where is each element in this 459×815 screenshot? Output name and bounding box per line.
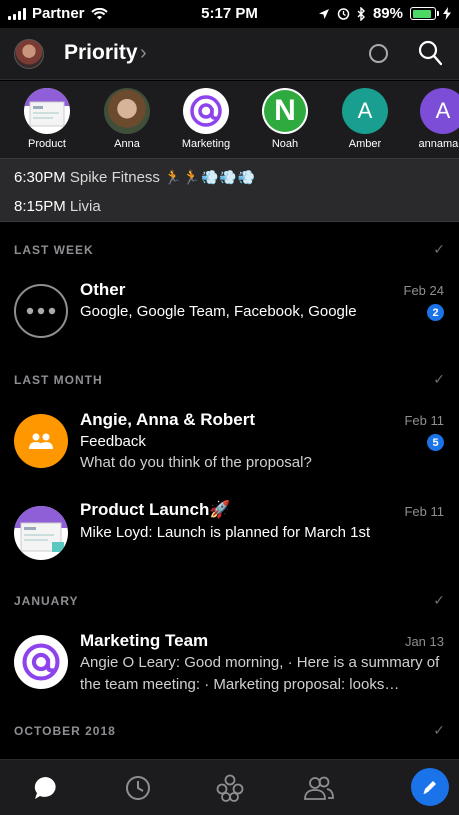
conversation-name: Other <box>80 280 126 299</box>
event-time: 8:15PM <box>14 198 66 215</box>
chevron-right-icon[interactable]: › <box>140 42 147 65</box>
chat-icon[interactable] <box>30 772 62 804</box>
location-icon <box>318 8 329 19</box>
status-bar: Partner 5:17 PM 89% <box>0 0 459 28</box>
event-time: 6:30PM <box>14 169 66 186</box>
conversation-row-marketing[interactable]: Marketing Team Jan 13 Angie O Leary: Goo… <box>0 623 459 703</box>
noah-letter: N <box>264 90 306 132</box>
event-item[interactable]: 8:15PM Livia <box>14 198 101 215</box>
groups-icon[interactable] <box>214 772 246 804</box>
conversation-row-product-launch[interactable]: Product Launch🚀 Feb 11 Mike Loyd: Launch… <box>0 496 459 572</box>
contact-product[interactable]: Product <box>12 88 82 150</box>
check-icon[interactable]: ✓ <box>433 592 445 609</box>
bluetooth-icon <box>357 6 365 21</box>
section-header: JANUARY <box>14 594 79 608</box>
conversation-date: Feb 24 <box>403 283 444 298</box>
page-title[interactable]: Priority <box>64 41 138 65</box>
annamars-avatar: A <box>420 88 459 134</box>
conversation-date: Feb 11 <box>404 413 444 428</box>
contact-annamars[interactable]: A annamars <box>408 88 459 150</box>
contact-amber[interactable]: A Amber <box>330 88 400 150</box>
group-icon <box>14 414 68 468</box>
check-icon[interactable]: ✓ <box>433 371 445 388</box>
alarm-icon <box>337 8 350 20</box>
event-name: Spike Fitness <box>69 169 160 186</box>
contact-label: Amber <box>348 138 382 150</box>
conversation-preview: What do you think of the proposal? <box>80 454 312 471</box>
charging-icon <box>443 7 451 20</box>
conversation-row-other[interactable]: Other Feb 24 Google, Google Team, Facebo… <box>0 272 459 352</box>
check-icon[interactable]: ✓ <box>433 722 445 739</box>
spike-logo-icon <box>14 635 68 689</box>
battery-percent: 89% <box>372 5 403 22</box>
tab-bar <box>0 759 459 815</box>
product-launch-avatar <box>14 506 68 560</box>
conversation-name: Product Launch🚀 <box>80 500 231 519</box>
anna-avatar <box>104 88 150 134</box>
conversation-row-angie[interactable]: Angie, Anna & Robert Feb 11 Feedback 5 W… <box>0 402 459 488</box>
section-header: LAST WEEK <box>14 243 94 257</box>
upcoming-events: 6:30PM Spike Fitness 🏃🏃💨💨💨 8:15PM Livia <box>0 158 459 222</box>
event-name: Livia <box>69 198 101 215</box>
status-circle-icon[interactable] <box>369 44 388 63</box>
unread-badge: 5 <box>427 434 444 451</box>
section-header: OCTOBER 2018 <box>14 724 116 738</box>
conversation-subtitle: Google, Google Team, Facebook, Google <box>80 303 357 320</box>
contacts-strip: Product Anna Marketing N Noah A Amber A … <box>0 81 459 158</box>
product-avatar <box>24 88 70 134</box>
conversation-preview: Angie O Leary: Good morning, · Here is a… <box>80 654 440 693</box>
contact-label: Marketing <box>181 138 231 150</box>
user-avatar[interactable] <box>14 39 44 69</box>
unread-badge: 2 <box>427 304 444 321</box>
more-dots-icon <box>14 284 68 338</box>
spike-logo-icon <box>183 88 229 134</box>
app-header: Priority › <box>0 28 459 80</box>
event-emoji: 🏃🏃💨💨💨 <box>164 170 257 186</box>
conversation-name: Angie, Anna & Robert <box>80 410 256 429</box>
conversation-preview: Mike Loyd: Launch is planned for March 1… <box>80 524 371 541</box>
event-item[interactable]: 6:30PM Spike Fitness 🏃🏃💨💨💨 <box>14 169 256 186</box>
pencil-icon <box>423 781 436 794</box>
battery-icon <box>410 7 439 20</box>
conversation-name: Marketing Team <box>80 631 209 650</box>
clock-icon[interactable] <box>122 772 154 804</box>
section-header: LAST MONTH <box>14 373 103 387</box>
contact-label: annamars <box>418 138 459 150</box>
conversation-subject: Feedback <box>80 433 146 450</box>
conversation-date: Feb 11 <box>404 504 444 519</box>
contact-noah[interactable]: N Noah <box>250 88 320 150</box>
compose-button[interactable] <box>411 768 449 806</box>
status-right: 89% <box>318 5 451 22</box>
conversation-date: Jan 13 <box>404 634 444 649</box>
noah-avatar: N <box>262 88 308 134</box>
contact-marketing[interactable]: Marketing <box>171 88 241 150</box>
check-icon[interactable]: ✓ <box>433 241 445 258</box>
search-icon[interactable] <box>418 40 442 66</box>
contact-label: Noah <box>271 138 299 150</box>
amber-avatar: A <box>342 88 388 134</box>
contact-label: Anna <box>114 138 140 150</box>
contact-label: Product <box>28 138 66 150</box>
people-icon[interactable] <box>303 772 335 804</box>
contact-anna[interactable]: Anna <box>92 88 162 150</box>
